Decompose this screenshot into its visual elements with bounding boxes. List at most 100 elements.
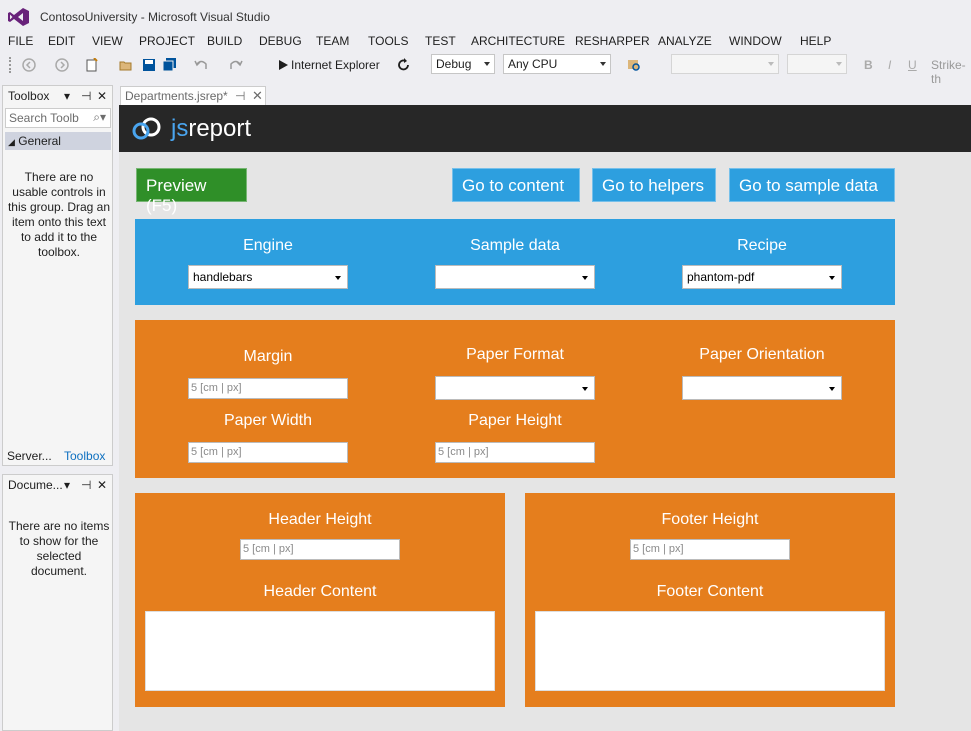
toolbox-empty-message: There are no usable controls in this gro… <box>7 170 111 259</box>
tab-toolbox[interactable]: Toolbox <box>64 449 105 463</box>
chevron-down-icon <box>768 62 774 66</box>
header-height-label: Header Height <box>268 511 372 528</box>
paper-width-label: Paper Width <box>223 412 313 429</box>
close-icon[interactable]: ✕ <box>97 89 107 103</box>
bold-button[interactable]: B <box>864 58 873 72</box>
close-icon[interactable]: ✕ <box>97 478 107 492</box>
back-icon[interactable] <box>22 58 36 72</box>
header-height-input[interactable]: 5 [cm | px] <box>240 539 400 560</box>
menu-file[interactable]: FILE <box>8 34 33 48</box>
save-all-icon[interactable] <box>163 58 177 72</box>
strikethrough-button[interactable]: Strike-th <box>931 58 971 86</box>
solution-configuration-select[interactable]: Debug <box>431 54 495 74</box>
menu-architecture[interactable]: ARCHITECTURE <box>471 34 565 48</box>
logo-report-part: report <box>188 115 252 142</box>
tab-departments-jsrep[interactable]: Departments.jsrep* ⊣ ✕ <box>120 86 266 106</box>
browser-label[interactable]: Internet Explorer <box>291 58 380 72</box>
collapse-arrow-icon[interactable]: ◢ <box>8 137 15 147</box>
italic-button[interactable]: I <box>888 58 891 72</box>
standard-toolbar: Internet Explorer Debug Any CPU B I U St… <box>0 52 971 86</box>
footer-content-label: Footer Content <box>656 583 764 600</box>
jsreport-header: jsreport <box>119 105 971 152</box>
preview-button[interactable]: Preview (F5) <box>136 168 247 215</box>
forward-icon[interactable] <box>55 58 69 72</box>
jsreport-logo-icon <box>132 117 161 140</box>
menu-view[interactable]: VIEW <box>92 34 123 48</box>
jsreport-editor: jsreport Preview (F5) Go to content Go t… <box>119 105 971 731</box>
engine-select[interactable]: handlebars <box>188 265 348 289</box>
menu-window[interactable]: WINDOW <box>729 34 782 48</box>
chevron-down-icon <box>582 387 588 391</box>
tab-label: Departments.jsrep* <box>125 89 228 103</box>
pin-icon[interactable]: ⊣ <box>81 89 91 103</box>
panel-menu-icon[interactable]: ▾ <box>64 478 70 492</box>
start-debugging-icon[interactable] <box>276 58 290 72</box>
footer-height-label: Footer Height <box>661 511 759 528</box>
configuration-value: Debug <box>436 57 472 71</box>
chevron-down-icon <box>484 62 490 66</box>
paper-height-input[interactable]: 5 [cm | px] <box>435 442 595 463</box>
document-outline-empty-message: There are no items to show for the selec… <box>8 519 110 578</box>
toolbox-header: Toolbox ▾ ⊣ ✕ <box>3 86 112 107</box>
paper-format-select[interactable] <box>435 376 595 400</box>
undo-icon[interactable] <box>194 58 208 72</box>
panel-menu-icon[interactable]: ▾ <box>64 89 70 103</box>
chevron-down-icon <box>836 62 842 66</box>
redo-icon[interactable] <box>229 58 243 72</box>
visual-studio-logo-icon <box>8 8 29 26</box>
solution-platform-select[interactable]: Any CPU <box>503 54 611 74</box>
paper-width-input[interactable]: 5 [cm | px] <box>188 442 348 463</box>
margin-input[interactable]: 5 [cm | px] <box>188 378 348 399</box>
toolbar-grip[interactable] <box>9 57 13 73</box>
menu-test[interactable]: TEST <box>425 34 456 48</box>
menu-edit[interactable]: EDIT <box>48 34 75 48</box>
menu-project[interactable]: PROJECT <box>139 34 195 48</box>
open-file-icon[interactable] <box>119 58 133 72</box>
menu-bar: FILE EDIT VIEW PROJECT BUILD DEBUG TEAM … <box>0 32 971 52</box>
save-icon[interactable] <box>142 58 156 72</box>
paper-format-label: Paper Format <box>466 346 564 363</box>
toolbox-panel: Toolbox ▾ ⊣ ✕ Search Toolb ⌕▾ ◢ General … <box>2 85 113 466</box>
pin-tab-icon[interactable]: ⊣ <box>235 89 245 103</box>
new-project-icon[interactable] <box>85 58 99 72</box>
close-tab-icon[interactable]: ✕ <box>252 88 263 104</box>
toolbox-bottom-tabs: Server... Toolbox <box>2 446 113 466</box>
find-in-files-icon[interactable] <box>627 58 641 72</box>
menu-debug[interactable]: DEBUG <box>259 34 302 48</box>
underline-button[interactable]: U <box>908 58 917 72</box>
menu-help[interactable]: HELP <box>800 34 831 48</box>
menu-analyze[interactable]: ANALYZE <box>658 34 712 48</box>
footer-content-editor[interactable] <box>535 611 885 691</box>
tab-server-explorer[interactable]: Server... <box>7 449 52 463</box>
font-size-select[interactable] <box>787 54 847 74</box>
menu-tools[interactable]: TOOLS <box>368 34 408 48</box>
window-title: ContosoUniversity - Microsoft Visual Stu… <box>40 10 270 24</box>
jsreport-logo: jsreport <box>171 115 251 143</box>
font-name-select[interactable] <box>671 54 779 74</box>
menu-resharper[interactable]: RESHARPER <box>575 34 650 48</box>
menu-build[interactable]: BUILD <box>207 34 242 48</box>
footer-settings-panel: Footer Height 5 [cm | px] Footer Content <box>525 493 895 707</box>
paper-height-label: Paper Height <box>468 412 562 429</box>
toolbox-group-general[interactable]: ◢ General <box>5 132 111 150</box>
pin-icon[interactable]: ⊣ <box>81 478 91 492</box>
sample-data-select[interactable] <box>435 265 595 289</box>
menu-team[interactable]: TEAM <box>316 34 349 48</box>
toolbox-title: Toolbox <box>8 89 50 103</box>
margin-label: Margin <box>243 348 293 365</box>
search-placeholder: Search Toolb <box>9 111 79 125</box>
footer-height-input[interactable]: 5 [cm | px] <box>630 539 790 560</box>
logo-js-part: js <box>171 115 189 142</box>
search-icon[interactable]: ⌕▾ <box>93 110 106 125</box>
go-to-sample-data-button[interactable]: Go to sample data <box>729 168 895 202</box>
title-bar: ContosoUniversity - Microsoft Visual Stu… <box>0 0 971 32</box>
paper-orientation-select[interactable] <box>682 376 842 400</box>
toolbox-search-input[interactable]: Search Toolb ⌕▾ <box>5 108 111 128</box>
go-to-content-button[interactable]: Go to content <box>452 168 580 202</box>
paper-settings-panel: Margin 5 [cm | px] Paper Format Paper Or… <box>135 320 895 478</box>
header-content-editor[interactable] <box>145 611 495 691</box>
sample-data-label: Sample data <box>470 237 560 254</box>
go-to-helpers-button[interactable]: Go to helpers <box>592 168 716 202</box>
recipe-select[interactable]: phantom-pdf <box>682 265 842 289</box>
refresh-icon[interactable] <box>397 58 411 72</box>
